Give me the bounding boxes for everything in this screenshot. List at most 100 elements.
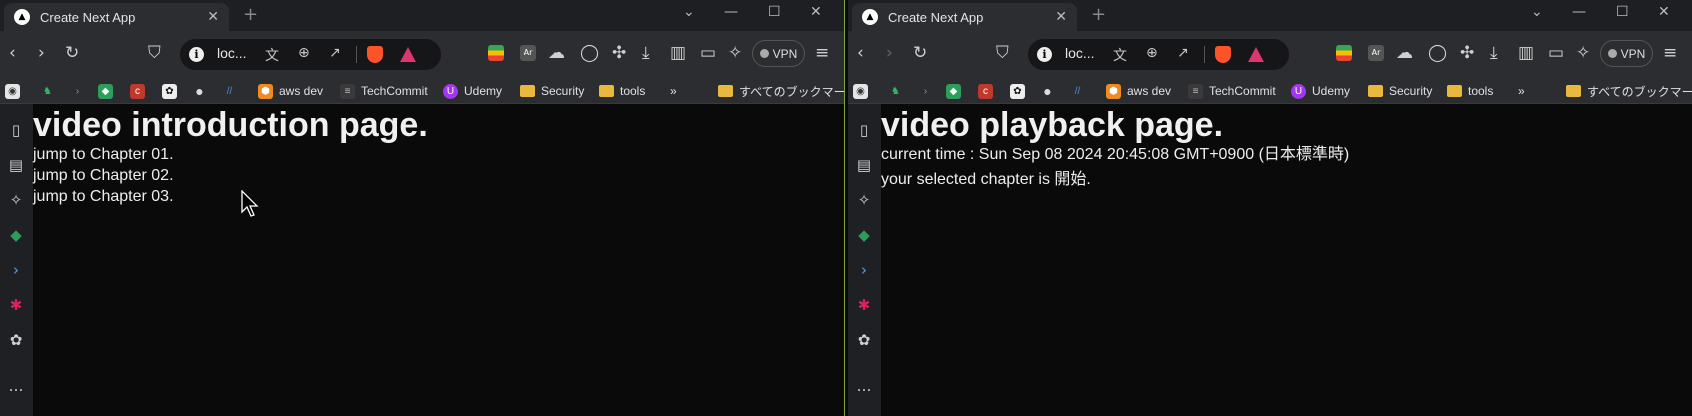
chatgpt-icon[interactable]: ✿ — [852, 328, 876, 352]
bookmark-item[interactable]: ♞ — [888, 81, 909, 101]
more-bookmarks-icon[interactable]: » — [1518, 81, 1525, 101]
cloud-extension-icon[interactable]: ☁ — [548, 43, 565, 63]
circle-extension-icon[interactable]: ◯ — [1428, 43, 1447, 63]
zoom-icon[interactable]: ⊕ — [1146, 45, 1158, 61]
bookmark-item[interactable]: // — [1070, 81, 1091, 101]
menu-icon[interactable]: ≡ — [1663, 43, 1677, 63]
chapter-link-01[interactable]: jump to Chapter 01. — [33, 144, 844, 165]
vpn-button[interactable]: VPN — [1600, 40, 1653, 67]
address-bar[interactable]: i loc... 文 ⊕ ↗ — [180, 39, 441, 70]
download-icon[interactable]: ⤓ — [642, 43, 650, 63]
bookmark-security[interactable]: Security — [1368, 81, 1432, 101]
bookmark-aws-dev[interactable]: ⬢ aws dev — [258, 81, 323, 101]
terminal-icon[interactable]: › — [4, 258, 28, 282]
close-window-icon[interactable]: ✕ — [810, 4, 822, 20]
tab-search-icon[interactable]: ⌄ — [1531, 4, 1543, 20]
menu-icon[interactable]: ≡ — [815, 43, 829, 63]
diamond-green-icon[interactable]: ◆ — [4, 223, 28, 247]
brave-shields-icon[interactable] — [367, 46, 383, 63]
bookmark-item[interactable]: ✿ — [1010, 81, 1031, 101]
bookmark-item[interactable]: ✿ — [162, 81, 183, 101]
bookmark-item[interactable]: ♞ — [40, 81, 61, 101]
more-icon[interactable]: … — [852, 374, 876, 398]
sidebar-toggle-icon[interactable]: ▥ — [670, 43, 686, 63]
bookmark-udemy[interactable]: U Udemy — [443, 81, 502, 101]
all-bookmarks[interactable]: すべてのブックマーク — [1566, 81, 1692, 101]
tab-search-icon[interactable]: ⌄ — [683, 4, 695, 20]
bookmark-tools[interactable]: tools — [1447, 81, 1493, 101]
bookmark-item[interactable]: › — [70, 81, 91, 101]
close-tab-icon[interactable]: ✕ — [207, 9, 219, 25]
browser-tab[interactable]: ▲ Create Next App ✕ — [852, 3, 1077, 31]
bookmark-item[interactable]: › — [918, 81, 939, 101]
share-icon[interactable]: ↗ — [329, 45, 341, 61]
slack-icon[interactable]: ✱ — [852, 293, 876, 317]
bookmark-page-icon[interactable]: ⛉ — [148, 43, 161, 63]
address-bar[interactable]: i loc... 文 ⊕ ↗ — [1028, 39, 1289, 70]
minimize-icon[interactable]: — — [724, 4, 738, 20]
wallet-icon[interactable]: ▭ — [1548, 43, 1564, 63]
zoom-icon[interactable]: ⊕ — [298, 45, 310, 61]
bookmark-item[interactable]: ◆ — [98, 81, 119, 101]
maximize-icon[interactable]: ☐ — [768, 4, 781, 20]
forward-icon[interactable]: › — [38, 43, 45, 63]
ar-extension-icon[interactable]: Ar — [1368, 45, 1384, 61]
close-window-icon[interactable]: ✕ — [1658, 4, 1670, 20]
bookmark-udemy[interactable]: U Udemy — [1291, 81, 1350, 101]
browser-tab[interactable]: ▲ Create Next App ✕ — [4, 3, 229, 31]
bookmarks-panel-icon[interactable]: ▯ — [4, 118, 28, 142]
bookmark-aws-dev[interactable]: ⬢ aws dev — [1106, 81, 1171, 101]
bookmarks-panel-icon[interactable]: ▯ — [852, 118, 876, 142]
leo-icon[interactable]: ✧ — [852, 188, 876, 212]
bookmark-techcommit[interactable]: ≡ TechCommit — [1188, 81, 1276, 101]
leo-ai-icon[interactable]: ✧ — [728, 43, 742, 63]
new-tab-icon[interactable]: + — [1091, 4, 1106, 25]
google-colors-extension-icon[interactable] — [1336, 45, 1352, 61]
bookmark-page-icon[interactable]: ⛉ — [996, 43, 1009, 63]
puzzle-extensions-icon[interactable]: ✣ — [612, 43, 626, 63]
url-text[interactable]: loc... — [1065, 45, 1095, 61]
reading-list-icon[interactable]: ▤ — [4, 153, 28, 177]
brave-rewards-icon[interactable] — [400, 47, 416, 62]
cloud-extension-icon[interactable]: ☁ — [1396, 43, 1413, 63]
bookmark-item[interactable]: ● — [1040, 81, 1061, 101]
back-icon[interactable]: ‹ — [857, 43, 864, 63]
chapter-link-03[interactable]: jump to Chapter 03. — [33, 186, 844, 207]
bookmark-item[interactable]: // — [222, 81, 243, 101]
url-text[interactable]: loc... — [217, 45, 247, 61]
bookmark-security[interactable]: Security — [520, 81, 584, 101]
back-icon[interactable]: ‹ — [9, 43, 16, 63]
ar-extension-icon[interactable]: Ar — [520, 45, 536, 61]
site-info-icon[interactable]: i — [189, 47, 204, 62]
bookmark-item[interactable]: ◉ — [5, 81, 26, 101]
puzzle-extensions-icon[interactable]: ✣ — [1460, 43, 1474, 63]
slack-icon[interactable]: ✱ — [4, 293, 28, 317]
maximize-icon[interactable]: ☐ — [1616, 4, 1629, 20]
leo-ai-icon[interactable]: ✧ — [1576, 43, 1590, 63]
circle-extension-icon[interactable]: ◯ — [580, 43, 599, 63]
site-info-icon[interactable]: i — [1037, 47, 1052, 62]
sidebar-toggle-icon[interactable]: ▥ — [1518, 43, 1534, 63]
wallet-icon[interactable]: ▭ — [700, 43, 716, 63]
bookmark-item[interactable]: c — [130, 81, 151, 101]
close-tab-icon[interactable]: ✕ — [1055, 9, 1067, 25]
all-bookmarks[interactable]: すべてのブックマーク — [718, 81, 844, 101]
reload-icon[interactable]: ↻ — [913, 43, 927, 63]
new-tab-icon[interactable]: + — [243, 4, 258, 25]
leo-icon[interactable]: ✧ — [4, 188, 28, 212]
bookmark-tools[interactable]: tools — [599, 81, 645, 101]
chapter-link-02[interactable]: jump to Chapter 02. — [33, 165, 844, 186]
brave-shields-icon[interactable] — [1215, 46, 1231, 63]
bookmark-item[interactable]: ◉ — [853, 81, 874, 101]
share-icon[interactable]: ↗ — [1177, 45, 1189, 61]
reload-icon[interactable]: ↻ — [65, 43, 79, 63]
vpn-button[interactable]: VPN — [752, 40, 805, 67]
reading-list-icon[interactable]: ▤ — [852, 153, 876, 177]
more-icon[interactable]: … — [4, 374, 28, 398]
minimize-icon[interactable]: — — [1572, 4, 1586, 20]
google-colors-extension-icon[interactable] — [488, 45, 504, 61]
more-bookmarks-icon[interactable]: » — [670, 81, 677, 101]
translate-icon[interactable]: 文 — [1113, 45, 1127, 65]
chatgpt-icon[interactable]: ✿ — [4, 328, 28, 352]
bookmark-item[interactable]: ● — [192, 81, 213, 101]
